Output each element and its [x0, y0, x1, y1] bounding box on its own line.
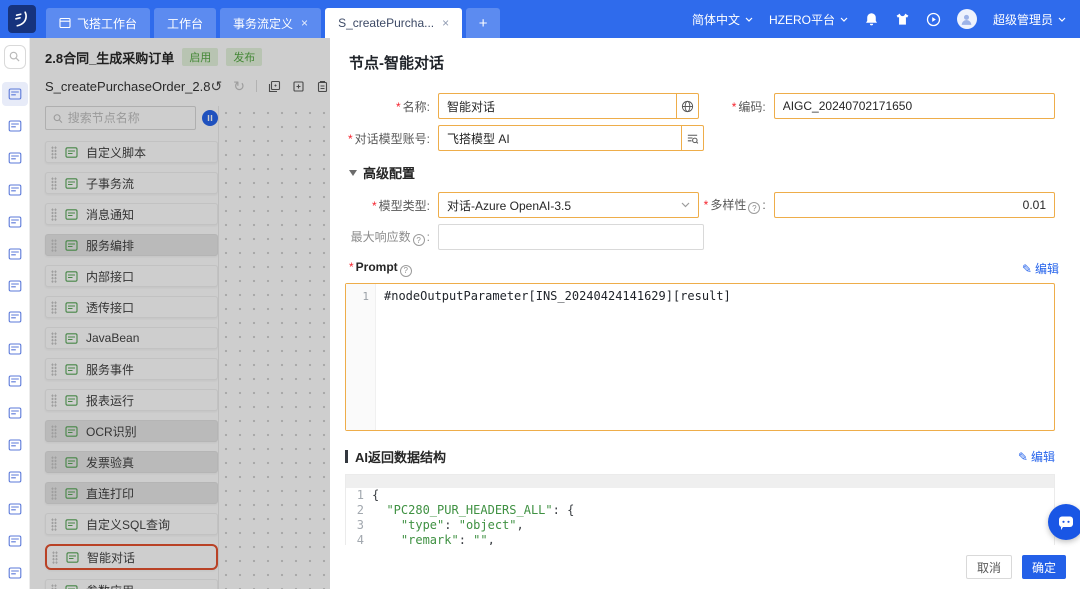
- diversity-label: * 多样性?:: [703, 197, 766, 215]
- chevron-down-icon: [840, 17, 848, 22]
- left-rail: [0, 38, 30, 589]
- flow-design-icon[interactable]: [2, 146, 28, 170]
- data-import-icon[interactable]: [2, 369, 28, 393]
- form-list-icon[interactable]: [2, 306, 28, 330]
- tab-label: 飞搭工作台: [77, 16, 138, 31]
- panel-footer: 取消 确定: [330, 545, 1080, 589]
- cancel-button[interactable]: 取消: [965, 555, 1012, 579]
- advanced-section-header[interactable]: 高级配置: [349, 163, 1055, 182]
- chevron-down-icon: [681, 202, 690, 208]
- section-bar: [345, 450, 348, 463]
- tab-label: 工作台: [167, 16, 204, 31]
- tab-flow-definition[interactable]: 事务流定义 ×: [220, 8, 322, 38]
- pencil-icon: ✎: [1021, 261, 1032, 276]
- max-response-input[interactable]: [439, 230, 703, 244]
- help-icon[interactable]: ?: [399, 264, 412, 277]
- chevron-down-icon: [1058, 17, 1066, 22]
- code-label: * 编码:: [731, 99, 766, 114]
- confirm-button[interactable]: 确定: [1021, 555, 1066, 579]
- tab-label: 事务流定义: [233, 16, 294, 31]
- workbench-icon[interactable]: [1, 81, 28, 106]
- model-account-input[interactable]: [439, 131, 681, 145]
- code-line: "type": "object",: [400, 518, 524, 532]
- diversity-field: [773, 192, 1055, 218]
- name-input[interactable]: [439, 99, 676, 113]
- quick-start-icon[interactable]: [2, 529, 28, 553]
- name-field: [438, 93, 699, 119]
- ai-result-edit-button[interactable]: ✎ 编辑: [1018, 448, 1055, 465]
- gift-icon[interactable]: [895, 12, 910, 27]
- model-account-label: * 对话模型账号:: [347, 131, 430, 146]
- collapse-triangle-icon: [349, 169, 357, 176]
- name-label: * 名称:: [395, 99, 430, 114]
- model-account-field: [438, 125, 704, 151]
- ai-assistant-icon[interactable]: [2, 114, 28, 138]
- media-icon[interactable]: [2, 497, 28, 521]
- tab-create-purchase-order[interactable]: S_createPurcha... ×: [325, 8, 463, 38]
- chat-assistant-icon[interactable]: [1048, 504, 1080, 540]
- menu-config-icon[interactable]: [2, 561, 28, 585]
- line-number-gutter: 1: [346, 284, 376, 430]
- editor-toolbar: [346, 475, 1054, 488]
- topbar-right: 简体中文 HZERO平台 超级管理员: [692, 9, 1080, 29]
- orchestration-icon[interactable]: [2, 274, 28, 298]
- main-area: 2.8合同_生成采购订单 启用 发布 S_createPurchaseOrder…: [0, 38, 1080, 589]
- help-icon[interactable]: ?: [748, 202, 761, 215]
- globe-icon[interactable]: [675, 94, 698, 118]
- card-view-icon[interactable]: [2, 337, 28, 361]
- app-logo-icon[interactable]: [8, 5, 36, 33]
- prompt-edit-button[interactable]: ✎ 编辑: [1022, 260, 1059, 277]
- diversity-input[interactable]: [774, 198, 1054, 212]
- bell-icon[interactable]: [864, 12, 879, 27]
- page-design-icon[interactable]: [2, 178, 28, 202]
- topbar: 飞搭工作台 工作台 事务流定义 × S_createPurcha... × + …: [0, 0, 1080, 38]
- data-table-icon[interactable]: [2, 401, 28, 425]
- code-line: "PC280_PUR_HEADERS_ALL": {: [386, 503, 575, 517]
- mail-service-icon[interactable]: [2, 210, 28, 234]
- code-line: {: [372, 488, 380, 502]
- prompt-code-content: #nodeOutputParameter[INS_20240424141629]…: [384, 289, 731, 303]
- panel-title: 节点-智能对话: [349, 55, 444, 72]
- user-menu[interactable]: 超级管理员: [993, 11, 1066, 28]
- add-tab-button[interactable]: +: [466, 8, 501, 38]
- service-tree-icon[interactable]: [2, 433, 28, 457]
- avatar[interactable]: [956, 9, 977, 29]
- node-config-panel: 节点-智能对话 *名称: *编码: *对话模型账号:: [330, 38, 1080, 589]
- tab-feida-workbench[interactable]: 飞搭工作台: [46, 8, 151, 38]
- close-icon[interactable]: ×: [442, 16, 449, 30]
- tab-workbench[interactable]: 工作台: [154, 8, 217, 38]
- resource-folder-icon[interactable]: [2, 242, 28, 266]
- code-field: [773, 93, 1055, 119]
- line-number: 1: [356, 488, 364, 502]
- code-input[interactable]: [774, 99, 1054, 113]
- play-circle-icon[interactable]: [926, 12, 941, 27]
- modal-dim-overlay: [30, 38, 330, 589]
- prompt-code-editor[interactable]: 1 #nodeOutputParameter[INS_2024042414162…: [345, 283, 1055, 431]
- window-icon: [59, 17, 71, 29]
- tab-label: S_createPurcha...: [338, 16, 435, 30]
- pencil-icon: ✎: [1017, 449, 1028, 464]
- flow-sidebar: 2.8合同_生成采购订单 启用 发布 S_createPurchaseOrder…: [30, 38, 330, 589]
- chevron-down-icon: [745, 17, 753, 22]
- prompt-label: * Prompt?: [349, 260, 414, 277]
- line-number: 2: [356, 503, 364, 517]
- help-icon[interactable]: ?: [412, 234, 425, 247]
- lookup-icon[interactable]: [681, 126, 703, 150]
- close-icon[interactable]: ×: [301, 16, 308, 30]
- monitor-icon[interactable]: [2, 465, 28, 489]
- tab-strip: 飞搭工作台 工作台 事务流定义 × S_createPurcha... × +: [46, 8, 501, 38]
- model-type-select[interactable]: 对话-Azure OpenAI-3.5: [438, 192, 699, 218]
- language-switcher[interactable]: 简体中文: [692, 11, 753, 28]
- line-number: 3: [356, 518, 364, 532]
- ai-result-section-title: AI返回数据结构: [345, 447, 446, 466]
- max-response-field: [438, 224, 704, 250]
- platform-switcher[interactable]: HZERO平台: [769, 11, 848, 28]
- model-type-label: * 模型类型:: [371, 198, 430, 213]
- max-response-label: 最大响应数?:: [350, 229, 430, 247]
- search-icon[interactable]: [3, 45, 26, 69]
